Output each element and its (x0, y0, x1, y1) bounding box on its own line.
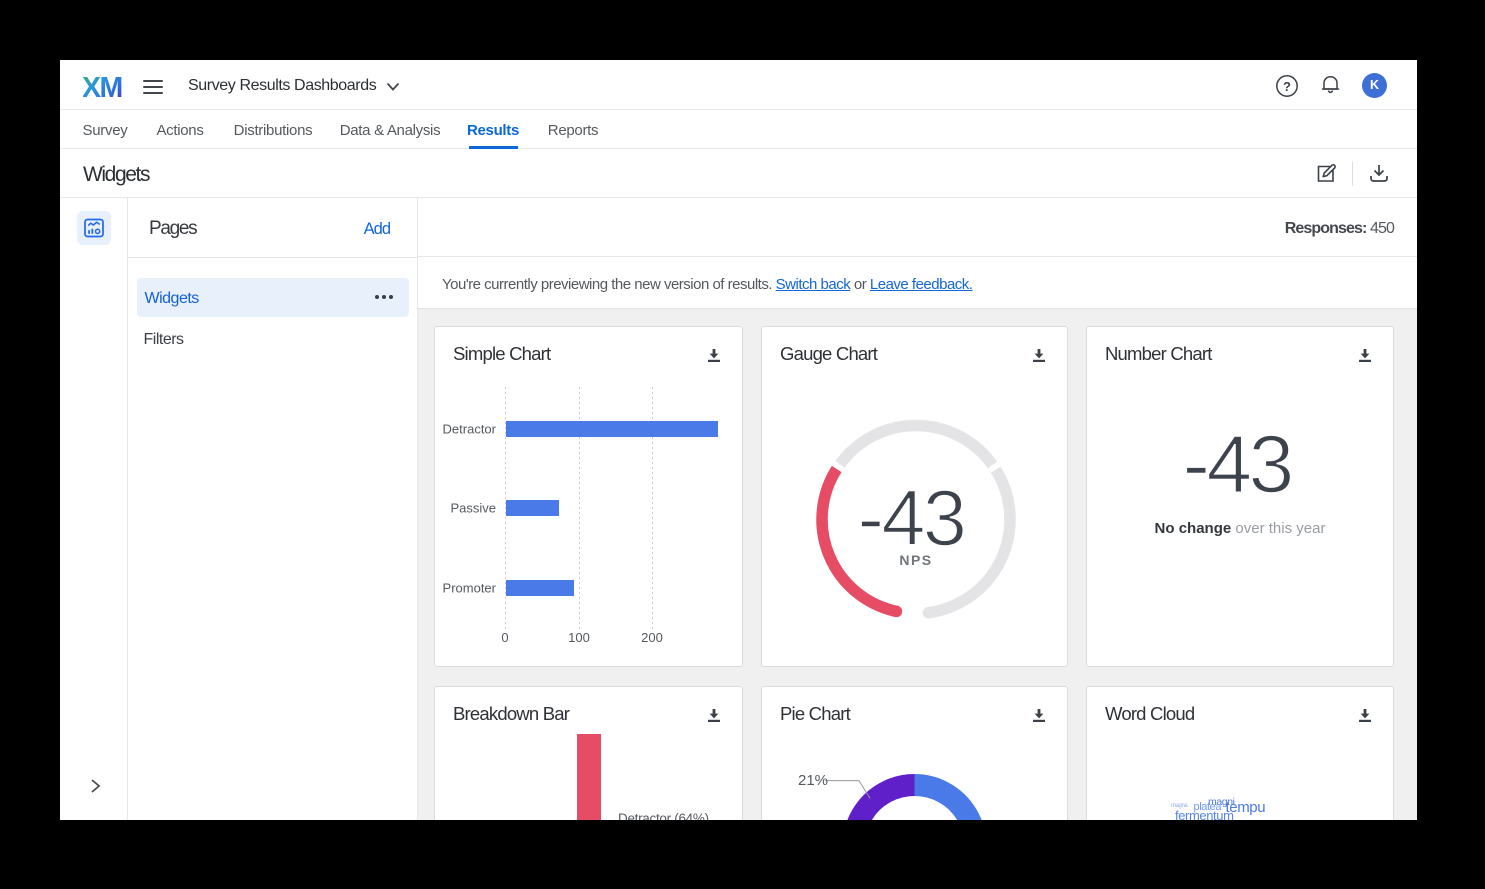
svg-text:?: ? (1283, 79, 1291, 94)
svg-text:XM: XM (83, 74, 122, 100)
